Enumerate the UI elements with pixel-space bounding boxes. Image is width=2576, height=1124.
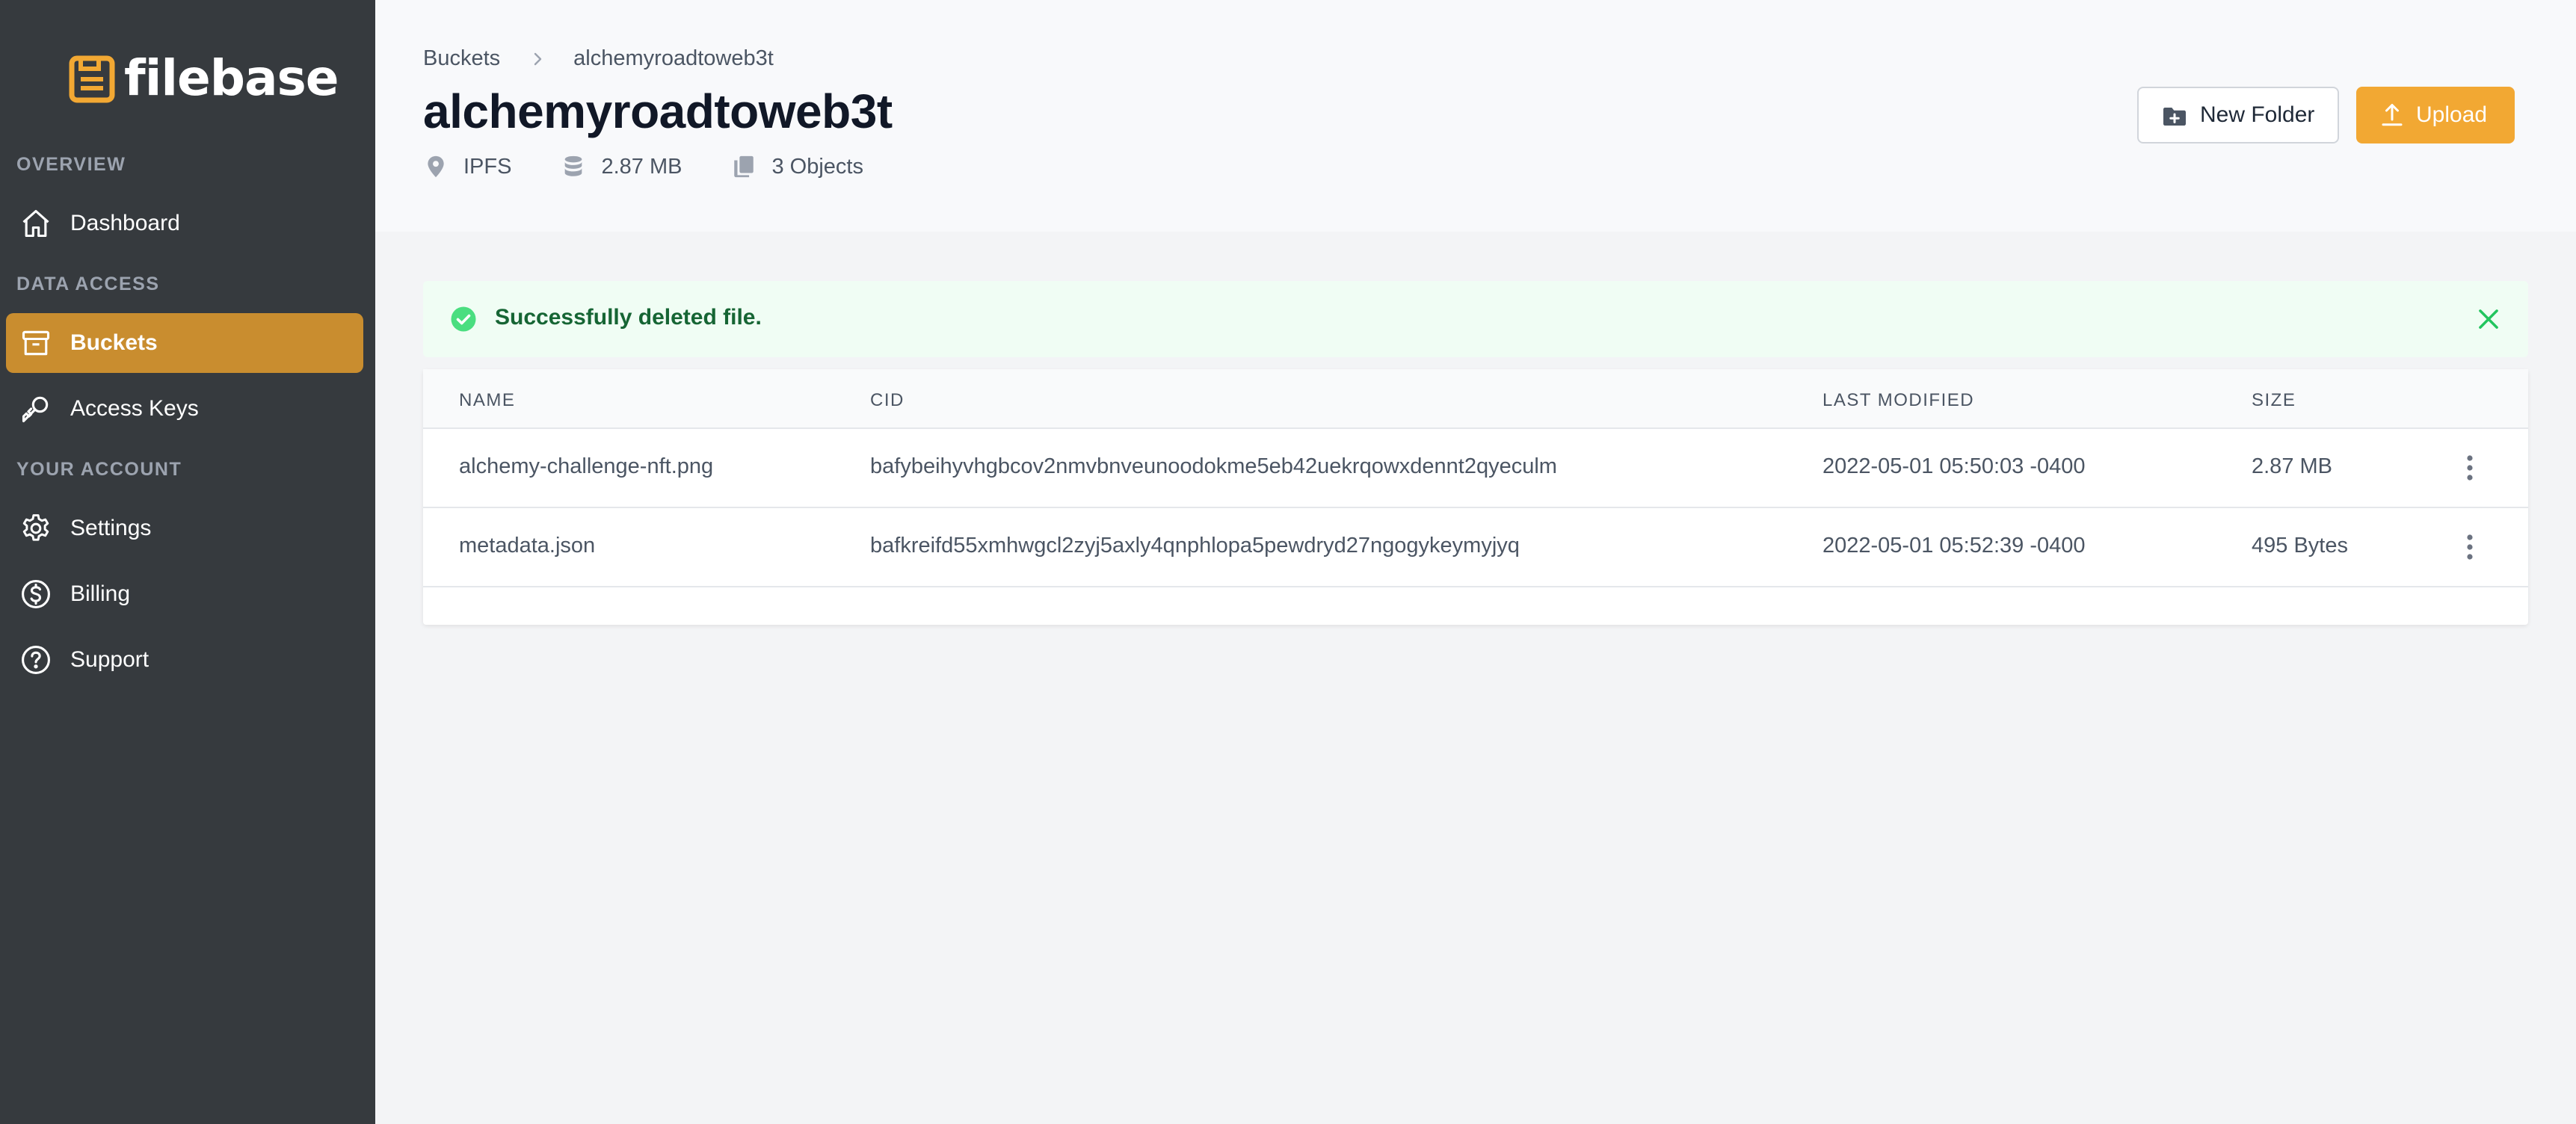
bucket-objects: 3 Objects [731,154,863,179]
column-header-last-modified[interactable]: LAST MODIFIED [1822,390,1974,411]
more-options-icon[interactable] [2455,451,2485,484]
breadcrumb: Buckets alchemyroadtoweb3t [423,46,774,71]
sidebar-item-dashboard[interactable]: Dashboard [6,194,363,253]
bucket-meta: IPFS 2.87 MB 3 Objects [423,154,913,179]
new-folder-button[interactable]: New Folder [2137,87,2339,143]
sidebar-item-settings[interactable]: Settings [6,498,363,558]
chevron-right-icon [534,52,542,65]
home-icon [22,209,49,238]
sidebar-item-label: Support [70,647,150,672]
sidebar-item-billing[interactable]: Billing [6,564,363,624]
documents-icon [734,155,754,178]
column-header-size[interactable]: SIZE [2252,390,2296,411]
success-alert: Successfully deleted file. [423,281,2528,357]
objects-table: NAME CID LAST MODIFIED SIZE alchemy-chal… [423,369,2528,625]
sidebar-item-access-keys[interactable]: Access Keys [6,379,363,439]
upload-button[interactable]: Upload [2356,87,2515,143]
breadcrumb-current: alchemyroadtoweb3t [573,46,774,70]
table-header: NAME CID LAST MODIFIED SIZE [423,369,2528,429]
more-options-icon[interactable] [2455,531,2485,563]
sidebar-item-label: Dashboard [70,211,180,235]
sidebar-item-label: Access Keys [70,396,199,421]
gear-icon [22,514,49,541]
key-icon [22,396,49,423]
filebase-logo-icon [69,55,115,102]
archive-box-icon [22,330,50,356]
sidebar-item-support[interactable]: Support [6,630,363,690]
sidebar-item-label: Settings [70,516,152,540]
table-row[interactable]: alchemy-challenge-nft.png bafybeihyvhgbc… [423,429,2528,508]
dollar-circle-icon [22,580,50,608]
new-folder-label: New Folder [2200,102,2315,127]
upload-label: Upload [2416,102,2488,127]
page-header: Buckets alchemyroadtoweb3t alchemyroadto… [375,0,2576,232]
bucket-size-label: 2.87 MB [601,154,682,179]
logo[interactable]: filebase [67,49,339,107]
sidebar: filebase OVERVIEW Dashboard DATA ACCESS … [0,0,375,1124]
logo-text: filebase [124,49,339,107]
check-circle-icon [451,306,476,332]
location-pin-icon [428,155,444,178]
file-name[interactable]: metadata.json [459,534,595,558]
sidebar-item-label: Billing [70,581,131,606]
sidebar-item-buckets[interactable]: Buckets [6,313,363,373]
section-label-your-account: YOUR ACCOUNT [16,459,182,480]
bucket-network-label: IPFS [463,154,512,179]
file-size: 2.87 MB [2252,454,2332,478]
file-last-modified: 2022-05-01 05:52:39 -0400 [1822,534,2086,558]
breadcrumb-buckets-link[interactable]: Buckets [423,46,500,71]
upload-icon [2382,104,2403,126]
folder-plus-icon [2163,108,2186,126]
file-name[interactable]: alchemy-challenge-nft.png [459,454,713,479]
column-header-cid[interactable]: CID [870,390,905,411]
alert-message: Successfully deleted file. [495,305,762,330]
section-label-data-access: DATA ACCESS [16,274,160,294]
file-size: 495 Bytes [2252,534,2348,558]
bucket-objects-label: 3 Objects [771,154,863,179]
bucket-size: 2.87 MB [561,154,682,179]
database-icon [565,155,582,176]
sidebar-item-label: Buckets [70,330,158,355]
file-last-modified: 2022-05-01 05:50:03 -0400 [1822,454,2086,478]
close-icon[interactable] [2474,305,2503,333]
table-row[interactable]: metadata.json bafkreifd55xmhwgcl2zyj5axl… [423,508,2528,587]
question-circle-icon [22,646,50,674]
page-title: alchemyroadtoweb3t [423,84,893,138]
file-cid: bafkreifd55xmhwgcl2zyj5axly4qnphlopa5pew… [870,534,1520,558]
section-label-overview: OVERVIEW [16,154,126,175]
file-cid: bafybeihyvhgbcov2nmvbnveunoodokme5eb42ue… [870,454,1557,478]
column-header-name[interactable]: NAME [459,390,515,411]
bucket-network: IPFS [423,154,511,179]
